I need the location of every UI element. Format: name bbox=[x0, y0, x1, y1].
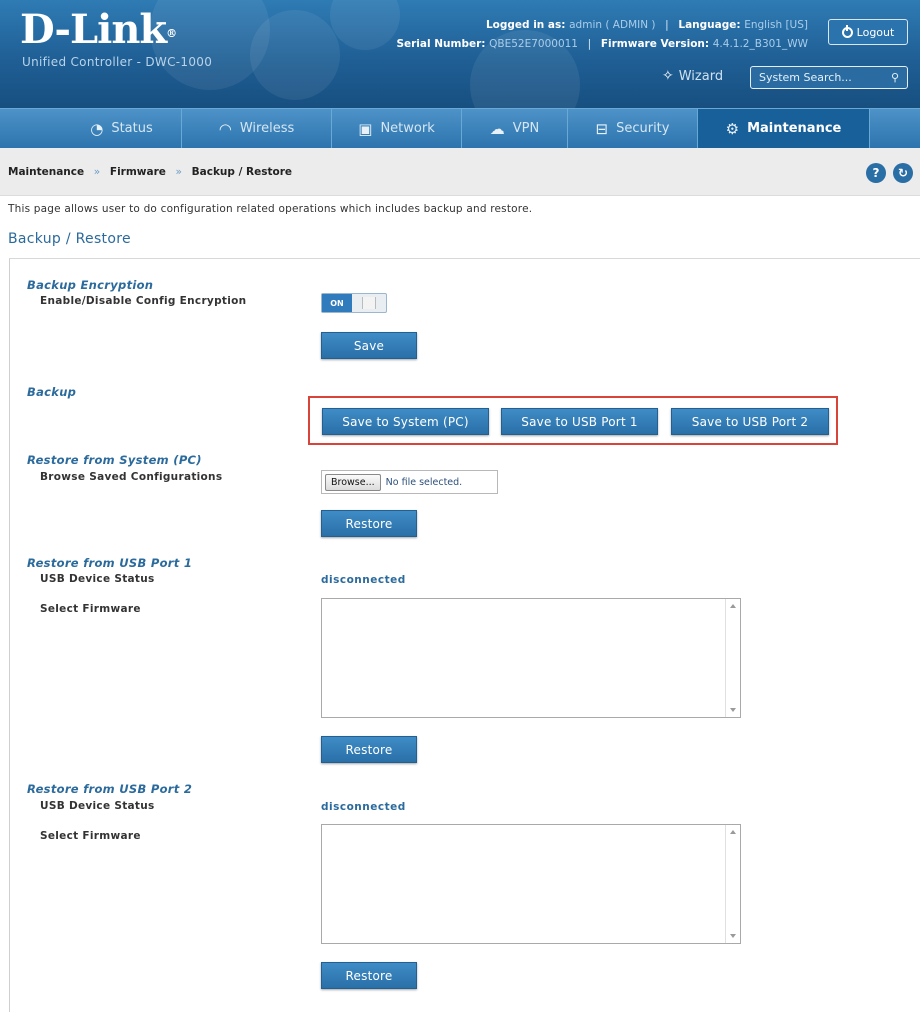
breadcrumb-item-firmware[interactable]: Firmware bbox=[110, 166, 166, 178]
usb2-status-value: disconnected bbox=[321, 801, 406, 813]
language-label: Language: bbox=[678, 19, 741, 31]
breadcrumb-separator: » bbox=[93, 166, 101, 178]
restore-pc-title: Restore from System (PC) bbox=[27, 453, 202, 467]
logout-button[interactable]: Logout bbox=[828, 19, 908, 45]
logged-in-user: admin ( ADMIN ) bbox=[569, 19, 656, 31]
refresh-icon[interactable]: ↻ bbox=[893, 163, 913, 183]
config-encryption-toggle[interactable]: ON bbox=[321, 293, 387, 313]
logout-label: Logout bbox=[856, 25, 895, 39]
config-encryption-label: Enable/Disable Config Encryption bbox=[40, 295, 247, 307]
wizard-label: Wizard bbox=[678, 68, 724, 84]
product-subtitle: Unified Controller - DWC-1000 bbox=[22, 55, 213, 69]
nav-label: Maintenance bbox=[747, 121, 842, 136]
serial-label: Serial Number: bbox=[396, 38, 486, 50]
file-status: No file selected. bbox=[385, 476, 463, 488]
firmware-label: Firmware Version: bbox=[600, 38, 710, 50]
nav-network[interactable]: ▣ Network bbox=[332, 109, 462, 148]
main-nav: ◔ Status ◠ Wireless ▣ Network ☁ VPN ⊟ Se… bbox=[0, 108, 920, 148]
power-icon bbox=[841, 24, 853, 38]
device-info: Serial Number: QBE52E7000011 | Firmware … bbox=[396, 38, 808, 50]
login-info: Logged in as: admin ( ADMIN ) | Language… bbox=[485, 19, 808, 31]
usb2-firmware-list[interactable] bbox=[321, 824, 741, 944]
page-title: Backup / Restore bbox=[8, 231, 131, 247]
restore-pc-button[interactable]: Restore bbox=[321, 510, 417, 537]
monitor-icon: ▣ bbox=[358, 119, 373, 138]
search-placeholder: System Search... bbox=[759, 71, 852, 84]
breadcrumb: Maintenance » Firmware » Backup / Restor… bbox=[8, 166, 292, 178]
usb2-status-label: USB Device Status bbox=[40, 800, 155, 812]
nav-label: Wireless bbox=[239, 121, 295, 136]
config-file-input[interactable]: Browse... No file selected. bbox=[321, 470, 498, 494]
scroll-down-icon[interactable] bbox=[730, 934, 736, 938]
toggle-grip bbox=[362, 297, 376, 309]
header-decoration bbox=[250, 10, 340, 100]
toggle-on-label: ON bbox=[322, 294, 352, 312]
usb1-status-value: disconnected bbox=[321, 574, 406, 586]
wand-icon: ✧ bbox=[662, 68, 674, 84]
wifi-icon: ◠ bbox=[218, 119, 232, 138]
lock-icon: ⊟ bbox=[595, 119, 609, 138]
scroll-up-icon[interactable] bbox=[730, 830, 736, 834]
usb1-status-label: USB Device Status bbox=[40, 573, 155, 585]
breadcrumb-separator: » bbox=[175, 166, 182, 178]
wizard-link[interactable]: ✧ Wizard bbox=[662, 68, 723, 84]
scrollbar[interactable] bbox=[725, 825, 740, 943]
usb1-firmware-list[interactable] bbox=[321, 598, 741, 718]
browse-configs-label: Browse Saved Configurations bbox=[40, 471, 223, 483]
usb1-firmware-label: Select Firmware bbox=[40, 603, 141, 615]
help-icon[interactable]: ? bbox=[866, 163, 886, 183]
backup-encryption-title: Backup Encryption bbox=[27, 278, 154, 292]
gauge-icon: ◔ bbox=[90, 119, 104, 138]
restore-usb2-button[interactable]: Restore bbox=[321, 962, 417, 989]
search-icon[interactable]: ⚲ bbox=[891, 71, 899, 84]
restore-usb1-title: Restore from USB Port 1 bbox=[27, 556, 193, 570]
nav-status[interactable]: ◔ Status bbox=[62, 109, 182, 148]
save-button[interactable]: Save bbox=[321, 332, 417, 359]
gear-icon: ⚙ bbox=[725, 119, 740, 138]
browse-button[interactable]: Browse... bbox=[325, 473, 381, 491]
logged-in-label: Logged in as: bbox=[485, 19, 566, 31]
save-to-usb2-button[interactable]: Save to USB Port 2 bbox=[671, 408, 829, 435]
toggle-off-area bbox=[352, 294, 386, 312]
language-value[interactable]: English [US] bbox=[744, 19, 808, 31]
breadcrumb-item-maintenance[interactable]: Maintenance bbox=[8, 166, 84, 178]
nav-vpn[interactable]: ☁ VPN bbox=[462, 109, 568, 148]
top-header: D-Link® Unified Controller - DWC-1000 Lo… bbox=[0, 0, 920, 108]
system-search-input[interactable]: System Search... ⚲ bbox=[750, 66, 908, 89]
dlink-logo: D-Link® bbox=[20, 6, 177, 53]
nav-security[interactable]: ⊟ Security bbox=[568, 109, 698, 148]
restore-usb2-title: Restore from USB Port 2 bbox=[27, 782, 193, 796]
restore-usb1-button[interactable]: Restore bbox=[321, 736, 417, 763]
usb2-firmware-label: Select Firmware bbox=[40, 830, 141, 842]
nav-maintenance[interactable]: ⚙ Maintenance bbox=[698, 109, 870, 148]
serial-value: QBE52E7000011 bbox=[489, 38, 578, 50]
cloud-lock-icon: ☁ bbox=[489, 119, 505, 138]
scrollbar[interactable] bbox=[725, 599, 740, 717]
nav-label: Network bbox=[380, 121, 435, 136]
header-decoration bbox=[330, 0, 400, 50]
nav-label: VPN bbox=[512, 121, 540, 136]
nav-label: Status bbox=[111, 121, 153, 136]
nav-wireless[interactable]: ◠ Wireless bbox=[182, 109, 332, 148]
save-to-usb1-button[interactable]: Save to USB Port 1 bbox=[501, 408, 658, 435]
firmware-value: 4.4.1.2_B301_WW bbox=[712, 38, 808, 50]
nav-label: Security bbox=[616, 121, 670, 136]
backup-title: Backup bbox=[27, 385, 77, 399]
save-to-system-button[interactable]: Save to System (PC) bbox=[322, 408, 489, 435]
breadcrumb-bar: Maintenance » Firmware » Backup / Restor… bbox=[0, 148, 920, 196]
scroll-down-icon[interactable] bbox=[730, 708, 736, 712]
page-description: This page allows user to do configuratio… bbox=[8, 203, 533, 215]
breadcrumb-item-current: Backup / Restore bbox=[191, 166, 293, 178]
scroll-up-icon[interactable] bbox=[730, 604, 736, 608]
